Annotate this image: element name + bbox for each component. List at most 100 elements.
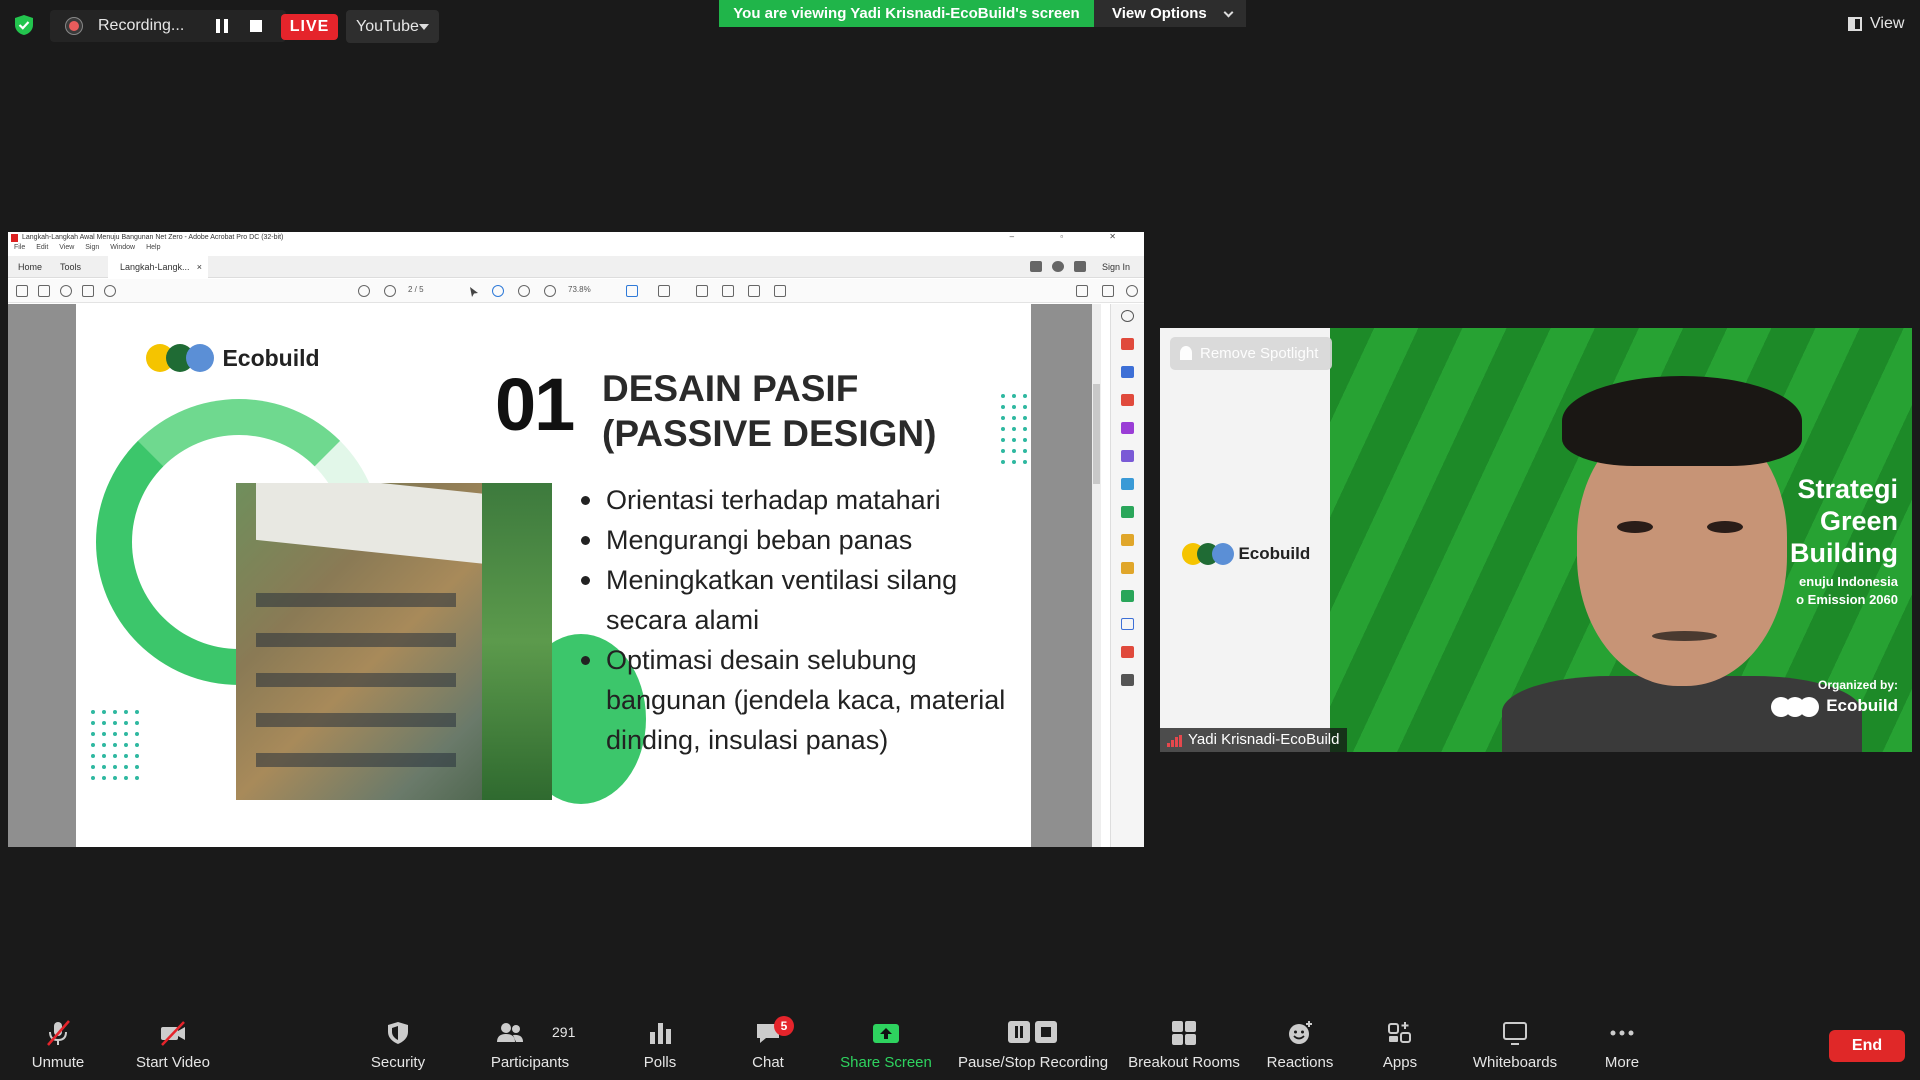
compress-icon[interactable] — [1121, 646, 1134, 658]
logo-circles-icon — [1771, 696, 1821, 717]
share-user-icon[interactable] — [1126, 285, 1138, 297]
tab-home[interactable]: Home — [18, 262, 42, 272]
more-tools-icon[interactable] — [1121, 674, 1134, 686]
save-icon[interactable] — [16, 285, 28, 297]
hand-tool-icon[interactable] — [492, 285, 504, 297]
export-pdf-icon[interactable] — [1121, 338, 1134, 350]
decor-dot — [124, 765, 128, 769]
reactions-button[interactable]: Reactions — [1260, 1010, 1340, 1080]
comment-tool-icon[interactable] — [696, 285, 708, 297]
stream-target-dropdown[interactable]: YouTube — [346, 10, 439, 43]
menu-window[interactable]: Window — [110, 244, 135, 251]
sign-in-link[interactable]: Sign In — [1102, 262, 1130, 272]
start-video-button[interactable]: Start Video — [128, 1010, 218, 1080]
document-scrollbar[interactable] — [1092, 304, 1101, 847]
bullet-item: Optimasi desain selubung bangunan (jende… — [581, 640, 1021, 760]
zoom-in-icon[interactable] — [544, 285, 556, 297]
search-icon[interactable] — [104, 285, 116, 297]
more-button[interactable]: More — [1586, 1010, 1658, 1080]
decor-dot — [1023, 449, 1027, 453]
next-page-icon[interactable] — [384, 285, 396, 297]
spotlight-video-tile[interactable]: Ecobuild Strategi Green Building enuju I… — [1160, 328, 1912, 752]
decor-dot — [113, 721, 117, 725]
event-title-line: Green — [1819, 506, 1898, 536]
breakout-rooms-button[interactable]: Breakout Rooms — [1124, 1010, 1244, 1080]
fit-page-icon[interactable] — [626, 285, 638, 297]
comment-icon[interactable] — [1030, 261, 1042, 272]
menu-help[interactable]: Help — [146, 244, 160, 251]
white-banner — [1160, 328, 1330, 752]
comment-rail-icon[interactable] — [1121, 534, 1134, 546]
recording-label: Recording... — [98, 17, 185, 34]
security-label: Security — [370, 1054, 426, 1071]
participant-name-tag: Yadi Krisnadi-EcoBuild — [1160, 728, 1348, 752]
decor-dot — [102, 776, 106, 780]
view-layout-button[interactable]: View — [1840, 12, 1910, 38]
security-shield-icon[interactable] — [13, 14, 35, 36]
decor-dot — [102, 721, 106, 725]
select-cursor-icon[interactable] — [468, 285, 480, 297]
scrollbar-thumb[interactable] — [1093, 384, 1100, 484]
menu-file[interactable]: File — [14, 244, 25, 251]
page-indicator[interactable]: 2 / 5 — [408, 285, 424, 294]
export-excel-icon[interactable] — [1121, 506, 1134, 518]
whiteboards-button[interactable]: Whiteboards — [1460, 1010, 1570, 1080]
organize-icon[interactable] — [1121, 422, 1134, 434]
bookmark-star-icon[interactable] — [38, 285, 50, 297]
polls-button[interactable]: Polls — [624, 1010, 696, 1080]
decor-dot — [102, 710, 106, 714]
share-screen-button[interactable]: Share Screen — [836, 1010, 936, 1080]
sign-icon[interactable] — [748, 285, 760, 297]
participants-button[interactable]: 291 Participants — [482, 1010, 578, 1080]
send-signature-icon[interactable] — [1121, 478, 1134, 490]
security-button[interactable]: Security — [358, 1010, 438, 1080]
apps-button[interactable]: Apps — [1362, 1010, 1438, 1080]
menu-edit[interactable]: Edit — [36, 244, 48, 251]
tag-icon[interactable] — [774, 285, 786, 297]
section-number: 01 — [495, 363, 575, 446]
muted-mic-icon — [47, 1020, 70, 1046]
end-meeting-button[interactable]: End — [1829, 1030, 1905, 1062]
protect-icon[interactable] — [1121, 618, 1134, 630]
logo-text: Ecobuild — [1238, 544, 1311, 563]
live-badge[interactable]: LIVE — [281, 14, 338, 40]
tools-side-rail — [1110, 304, 1144, 847]
window-controls[interactable]: – ▫ ✕ — [1010, 232, 1138, 241]
zoom-search-icon[interactable] — [1121, 310, 1134, 322]
pause-recording-icon[interactable] — [215, 19, 229, 33]
fill-sign-icon[interactable] — [1076, 285, 1088, 297]
print-icon[interactable] — [82, 285, 94, 297]
photo-roof — [256, 483, 506, 567]
zoom-out-icon[interactable] — [518, 285, 530, 297]
decor-dot — [113, 743, 117, 747]
pen-icon[interactable] — [722, 285, 734, 297]
notification-icon[interactable] — [1074, 261, 1086, 272]
chat-button[interactable]: 5 Chat — [732, 1010, 804, 1080]
logo-circle-blue — [1212, 543, 1234, 565]
unmute-button[interactable]: Unmute — [18, 1010, 98, 1080]
fill-sign-tool-icon[interactable] — [1121, 450, 1134, 462]
bullet-item: Mengurangi beban panas — [581, 520, 1021, 560]
prev-page-icon[interactable] — [358, 285, 370, 297]
create-pdf-icon[interactable] — [1121, 366, 1134, 378]
view-options-dropdown[interactable]: View Options — [1094, 0, 1246, 27]
help-icon[interactable] — [1052, 261, 1064, 272]
tab-tools[interactable]: Tools — [60, 262, 81, 272]
upload-icon[interactable] — [60, 285, 72, 297]
tab-document[interactable]: Langkah-Langk... × — [108, 256, 208, 278]
chat-label: Chat — [752, 1054, 784, 1071]
remove-spotlight-button[interactable]: Remove Spotlight — [1170, 337, 1332, 370]
note-icon[interactable] — [1121, 562, 1134, 574]
close-tab-icon[interactable]: × — [197, 256, 202, 278]
zoom-level[interactable]: 73.8% — [568, 285, 591, 294]
document-tab-label: Langkah-Langk... — [120, 262, 190, 272]
scroll-mode-icon[interactable] — [658, 285, 670, 297]
scan-icon[interactable] — [1121, 590, 1134, 602]
stop-recording-icon[interactable] — [250, 20, 262, 32]
pause-stop-recording-button[interactable]: Pause/Stop Recording — [956, 1010, 1110, 1080]
menu-sign[interactable]: Sign — [85, 244, 99, 251]
email-icon[interactable] — [1102, 285, 1114, 297]
edit-pdf-icon[interactable] — [1121, 394, 1134, 406]
menu-view[interactable]: View — [59, 244, 74, 251]
speaker-eye — [1707, 521, 1743, 533]
